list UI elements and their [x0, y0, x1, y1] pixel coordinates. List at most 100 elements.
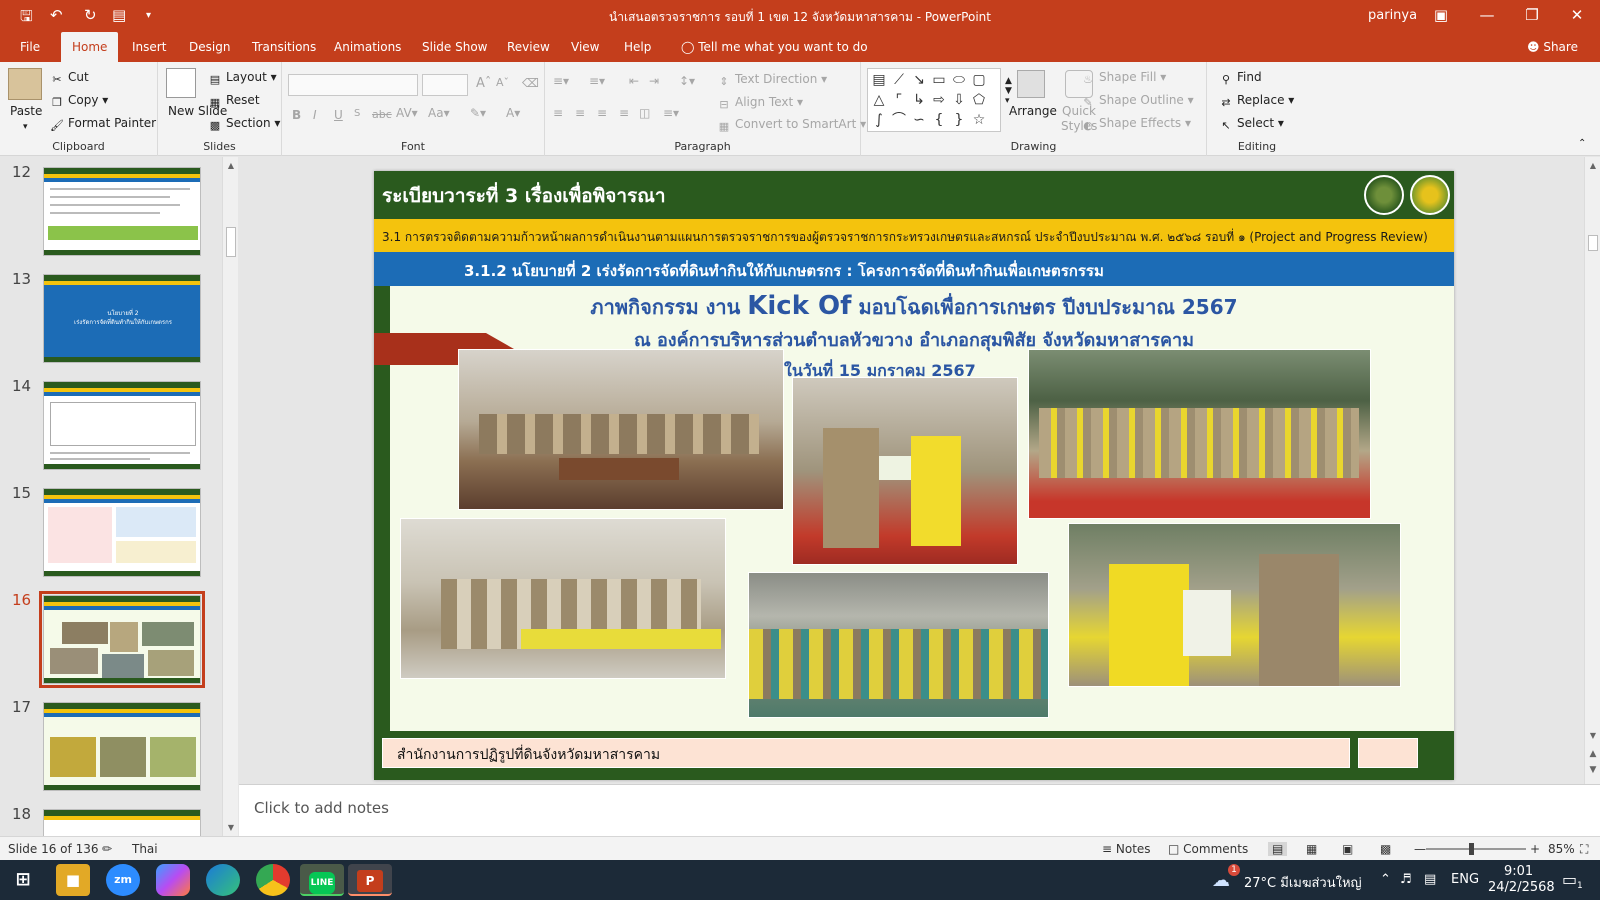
- bullets-icon[interactable]: ≡▾: [553, 74, 569, 88]
- italic-button[interactable]: I: [313, 108, 317, 122]
- slide-thumbnail-12[interactable]: [43, 167, 201, 256]
- select-button[interactable]: ↖ Select ▾: [1219, 116, 1283, 132]
- align-center-icon[interactable]: ≡: [575, 106, 585, 120]
- zoom-slider[interactable]: [1426, 843, 1526, 855]
- photo-deed-handover[interactable]: [792, 377, 1018, 565]
- weather-cloud-icon[interactable]: ☁: [1212, 870, 1230, 891]
- curve-shape-icon[interactable]: ⌒: [890, 111, 908, 129]
- tab-insert[interactable]: Insert: [121, 32, 177, 62]
- notification-icon[interactable]: ▭: [1562, 870, 1577, 889]
- down-arrow-shape-icon[interactable]: ⇩: [950, 91, 968, 109]
- clear-format-icon[interactable]: ⌫: [522, 76, 539, 90]
- reset-button[interactable]: ▦ Reset: [208, 93, 260, 109]
- tab-animations[interactable]: Animations: [323, 32, 412, 62]
- elbow-shape-icon[interactable]: ⌜: [890, 91, 908, 109]
- tab-design[interactable]: Design: [178, 32, 241, 62]
- rounded-rect-shape-icon[interactable]: ▢: [970, 71, 988, 89]
- reading-view-icon[interactable]: ▣: [1342, 842, 1353, 856]
- slide-thumbnail-15[interactable]: [43, 488, 201, 577]
- slide-thumbnail-17[interactable]: [43, 702, 201, 791]
- replace-button[interactable]: ⇄ Replace ▾: [1219, 93, 1294, 109]
- close-icon[interactable]: ✕: [1562, 4, 1592, 28]
- slideshow-view-icon[interactable]: ▩: [1380, 842, 1391, 856]
- tab-slide-show[interactable]: Slide Show: [411, 32, 498, 62]
- share-button[interactable]: ☻ Share: [1516, 32, 1589, 62]
- slide-thumbnail-18[interactable]: [43, 809, 201, 837]
- scroll-up-icon[interactable]: ▲: [223, 159, 239, 173]
- slide-canvas[interactable]: ระเบียบวาระที่ 3 เรื่องเพื่อพิจารณา 3.1 …: [374, 171, 1454, 780]
- slide-thumbnail-14[interactable]: [43, 381, 201, 470]
- weather-text[interactable]: 27°C มีเมฆส่วนใหญ่: [1244, 872, 1362, 893]
- edge-browser-icon[interactable]: [206, 864, 240, 896]
- thumbnail-scrollbar[interactable]: ▲ ▼: [222, 157, 238, 837]
- chrome-browser-icon[interactable]: [256, 864, 290, 896]
- normal-view-icon[interactable]: ▤: [1268, 842, 1288, 856]
- font-size-box[interactable]: [422, 74, 468, 96]
- copilot-icon[interactable]: [156, 864, 190, 896]
- shape-effects-button[interactable]: ◐ Shape Effects ▾: [1081, 116, 1191, 132]
- find-button[interactable]: ⚲ Find: [1219, 70, 1262, 86]
- ribbon-display-icon[interactable]: ▣: [1426, 4, 1456, 28]
- tab-file[interactable]: File: [9, 32, 51, 62]
- footer-page-box[interactable]: [1358, 738, 1418, 768]
- photo-seated-officials[interactable]: [458, 349, 784, 510]
- star-shape-icon[interactable]: ☆: [970, 111, 988, 129]
- volume-icon[interactable]: ♬: [1400, 872, 1412, 887]
- align-text-button[interactable]: ⊟ Align Text ▾: [717, 95, 803, 111]
- arrange-button[interactable]: Arrange: [1009, 104, 1057, 118]
- scribble-shape-icon[interactable]: ∽: [910, 111, 928, 129]
- fit-slide-icon[interactable]: ⛶: [1580, 842, 1588, 857]
- line-app-icon[interactable]: LINE: [300, 864, 344, 896]
- input-language[interactable]: ENG: [1451, 872, 1479, 887]
- tab-home[interactable]: Home: [61, 32, 119, 62]
- decrease-indent-icon[interactable]: ⇤: [629, 74, 639, 88]
- increase-indent-icon[interactable]: ⇥: [649, 74, 659, 88]
- shape-outline-button[interactable]: ✎ Shape Outline ▾: [1081, 93, 1193, 109]
- triangle-shape-icon[interactable]: △: [870, 91, 888, 109]
- windows-start-icon[interactable]: ⊞: [6, 864, 40, 896]
- freeform-shape-icon[interactable]: ∫: [870, 111, 888, 129]
- zoom-in-icon[interactable]: +: [1530, 842, 1540, 856]
- textbox-shape-icon[interactable]: ▤: [870, 71, 888, 89]
- powerpoint-app-icon[interactable]: P: [348, 864, 392, 896]
- spell-check-icon[interactable]: ✏: [102, 842, 112, 856]
- tab-review[interactable]: Review: [496, 32, 561, 62]
- photo-deed-receipt[interactable]: [1068, 523, 1401, 687]
- char-spacing-icon[interactable]: AV▾: [396, 106, 418, 120]
- bold-button[interactable]: B: [292, 108, 301, 122]
- shadow-button[interactable]: S: [354, 108, 360, 119]
- tab-transitions[interactable]: Transitions: [241, 32, 327, 62]
- align-right-icon[interactable]: ≡: [597, 106, 607, 120]
- footer-text-box[interactable]: สำนักงานการปฏิรูปที่ดินจังหวัดมหาสารคาม: [382, 738, 1350, 768]
- photo-audience[interactable]: [748, 572, 1049, 718]
- layout-button[interactable]: ▤ Layout ▾: [208, 70, 277, 86]
- footer-office-name[interactable]: สำนักงานการปฏิรูปที่ดินจังหวัดมหาสารคาม: [397, 744, 660, 766]
- strikethrough-button[interactable]: abc: [372, 108, 392, 121]
- line-spacing-icon[interactable]: ↕▾: [679, 74, 695, 88]
- font-name-box[interactable]: [288, 74, 418, 96]
- oval-shape-icon[interactable]: ⬭: [950, 71, 968, 89]
- zoom-out-icon[interactable]: —: [1414, 842, 1426, 856]
- shrink-font-icon[interactable]: Aˇ: [496, 76, 509, 89]
- justify-icon[interactable]: ≡: [619, 106, 629, 120]
- tab-view[interactable]: View: [560, 32, 610, 62]
- highlight-icon[interactable]: ✎▾: [470, 106, 486, 120]
- paste-button[interactable]: Paste: [10, 104, 42, 118]
- minimize-icon[interactable]: —: [1472, 4, 1502, 28]
- cut-button[interactable]: ✂ Cut: [50, 70, 88, 86]
- network-icon[interactable]: ▤: [1424, 872, 1436, 887]
- shapes-scroll-icon[interactable]: ▲ ▼ ▾: [1005, 76, 1012, 106]
- text-direction-button[interactable]: ⇕ Text Direction ▾: [717, 72, 827, 88]
- distribute-icon[interactable]: ≡▾: [663, 106, 679, 120]
- file-explorer-icon[interactable]: ■: [56, 864, 90, 896]
- photo-group-standing[interactable]: [1028, 349, 1371, 519]
- elbow-arrow-shape-icon[interactable]: ↳: [910, 91, 928, 109]
- right-arrow-shape-icon[interactable]: ⇨: [930, 91, 948, 109]
- notes-toggle[interactable]: ≡ Notes: [1102, 842, 1151, 856]
- grow-font-icon[interactable]: Aˆ: [476, 76, 491, 91]
- comments-toggle[interactable]: □ Comments: [1168, 842, 1248, 856]
- activity-title-line1[interactable]: ภาพกิจกรรม งาน Kick Of มอบโฉดเพื่อการเกษ…: [374, 291, 1454, 323]
- slide-scroll-thumb[interactable]: [1588, 235, 1598, 251]
- section-button[interactable]: ▩ Section ▾: [208, 116, 281, 132]
- line-shape-icon[interactable]: ⟋: [890, 71, 908, 89]
